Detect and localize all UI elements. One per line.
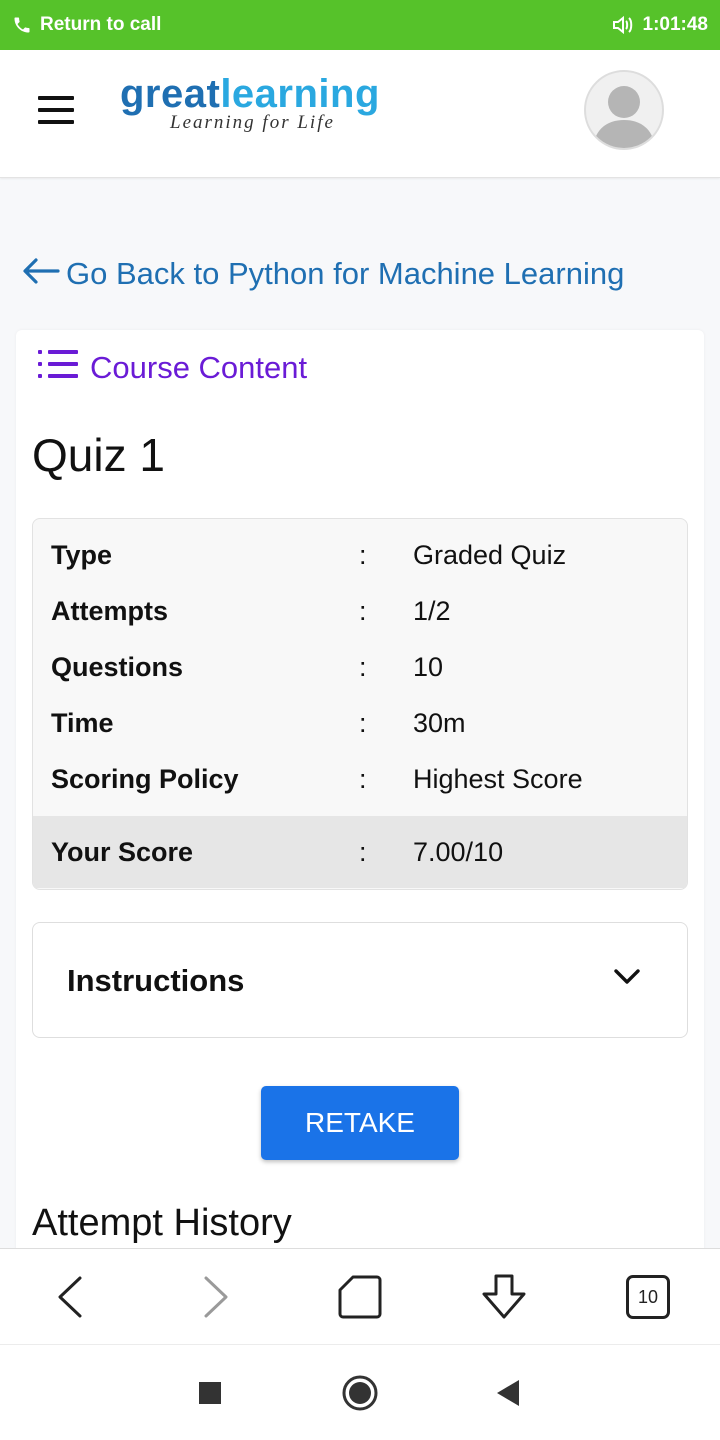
logo-great-text: great — [120, 72, 221, 116]
instructions-label: Instructions — [67, 963, 245, 998]
browser-download-icon[interactable] — [480, 1273, 528, 1321]
attempt-history-heading: Attempt History — [32, 1202, 292, 1244]
browser-toolbar: 10 — [0, 1248, 720, 1344]
phone-icon — [12, 15, 32, 35]
detail-separator: : — [359, 539, 367, 570]
score-separator: : — [359, 836, 367, 867]
instructions-accordion[interactable]: Instructions — [32, 922, 688, 1038]
detail-row-scoring-policy: Scoring Policy : Highest Score — [33, 751, 687, 807]
great-learning-logo[interactable]: greatlearning Learning for Life — [120, 72, 380, 134]
site-header: greatlearning Learning for Life — [0, 50, 720, 178]
detail-label: Type — [51, 539, 113, 570]
quiz-details-table: Type : Graded Quiz Attempts : 1/2 Questi… — [32, 518, 688, 890]
list-icon — [38, 348, 80, 388]
quiz-card: Course Content Quiz 1 Type : Graded Quiz… — [16, 330, 704, 1260]
arrow-left-icon — [22, 256, 60, 292]
back-link-label: Go Back to Python for Machine Learning — [66, 256, 625, 291]
detail-separator: : — [359, 707, 367, 738]
detail-separator: : — [359, 595, 367, 626]
home-button-icon[interactable] — [336, 1369, 384, 1417]
browser-forward-icon[interactable] — [192, 1273, 240, 1321]
detail-row-time: Time : 30m — [33, 695, 687, 751]
detail-label: Attempts — [51, 595, 169, 626]
browser-tabs-button[interactable]: 10 — [624, 1273, 672, 1321]
user-avatar[interactable] — [584, 70, 664, 150]
detail-separator: : — [359, 763, 367, 794]
call-status-bar[interactable]: Return to call 1:01:48 — [0, 0, 720, 50]
hamburger-menu-icon[interactable] — [38, 96, 74, 124]
score-value: 7.00/10 — [413, 836, 504, 867]
course-content-link[interactable]: Course Content — [38, 348, 307, 388]
detail-row-type: Type : Graded Quiz — [33, 527, 687, 583]
detail-row-questions: Questions : 10 — [33, 639, 687, 695]
detail-separator: : — [359, 651, 367, 682]
speaker-icon — [611, 14, 635, 36]
detail-value: 30m — [413, 707, 466, 738]
retake-button[interactable]: RETAKE — [261, 1086, 459, 1160]
logo-learning-text: learning — [220, 72, 380, 116]
system-back-icon[interactable] — [484, 1369, 532, 1417]
detail-label: Scoring Policy — [51, 763, 239, 794]
detail-label: Time — [51, 707, 114, 738]
avatar-person-icon — [592, 86, 656, 148]
detail-value: 10 — [413, 651, 444, 682]
quiz-title: Quiz 1 — [32, 429, 165, 481]
detail-value: Highest Score — [413, 763, 583, 794]
chevron-down-icon[interactable] — [613, 967, 641, 992]
back-to-course-link[interactable]: Go Back to Python for Machine Learning — [22, 256, 624, 292]
detail-row-your-score: Your Score : 7.00/10 — [33, 816, 687, 888]
detail-value: Graded Quiz — [413, 539, 567, 570]
system-navigation-bar — [0, 1344, 720, 1440]
return-to-call-label: Return to call — [40, 14, 162, 35]
course-content-label: Course Content — [90, 350, 308, 385]
recent-apps-icon[interactable] — [186, 1369, 234, 1417]
detail-label: Questions — [51, 651, 184, 682]
return-to-call[interactable]: Return to call — [12, 14, 161, 36]
browser-home-icon[interactable] — [336, 1273, 384, 1321]
browser-back-icon[interactable] — [46, 1273, 94, 1321]
detail-value: 1/2 — [413, 595, 451, 626]
call-timer: 1:01:48 — [642, 14, 709, 35]
detail-row-attempts: Attempts : 1/2 — [33, 583, 687, 639]
tabs-count: 10 — [626, 1275, 670, 1319]
score-label: Your Score — [51, 836, 194, 867]
